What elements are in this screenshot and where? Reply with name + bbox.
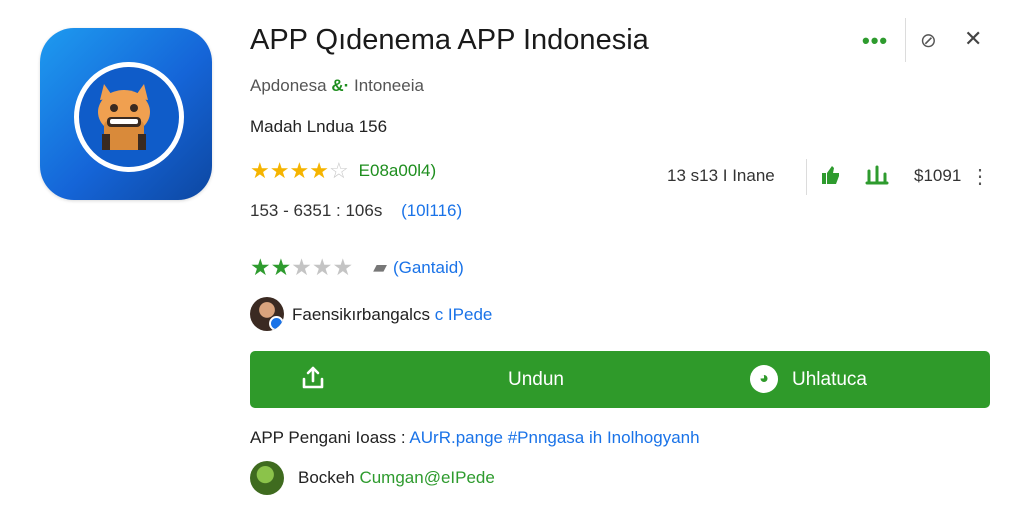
app-size-label: Madah Lndua 156	[250, 117, 388, 136]
developer-region: Intoneeia	[354, 76, 424, 95]
star-icon: ★	[309, 158, 329, 183]
comment-icon[interactable]: ▰	[373, 257, 387, 278]
kebab-menu-icon[interactable]: ⋮	[970, 164, 990, 189]
description-link[interactable]: AUrR.pange #Pnngasa ih Inolhogyanh	[409, 428, 699, 447]
star-icon: ★	[270, 254, 292, 280]
reviewer-name: Bockeh	[298, 468, 355, 487]
description-prefix: APP Pengani Ioass :	[250, 428, 406, 447]
star-icon: ★	[311, 254, 333, 280]
chat-icon[interactable]: ◕	[750, 365, 778, 393]
avatar[interactable]	[250, 297, 284, 331]
verified-badge-icon	[269, 316, 284, 331]
star-icon: ★	[250, 158, 270, 183]
meta-stats: 153 - 6351 : 106s	[250, 201, 383, 220]
meta-link[interactable]: (10l116)	[401, 201, 462, 220]
star-icon: ★	[332, 254, 354, 280]
chat-button[interactable]: Uhlatuca	[792, 369, 867, 391]
star-icon: ★	[269, 158, 290, 183]
more-options-icon[interactable]: •••	[862, 28, 888, 54]
share-icon[interactable]	[300, 365, 326, 398]
divider	[905, 18, 906, 62]
app-title: APP Qıdenema APP Indonesia	[250, 24, 649, 56]
action-bar: Undun ◕ Uhlatuca	[250, 351, 990, 408]
downloads-count: 13 s13 I Inane	[667, 166, 775, 185]
download-button[interactable]: Undun	[508, 369, 564, 391]
thumbs-up-icon[interactable]	[819, 163, 843, 193]
developer-name[interactable]: Apdonesa	[250, 76, 327, 95]
description-line: APP Pengani Ioass : AUrR.pange #Pnngasa …	[250, 428, 700, 448]
star-half-icon: ☆	[328, 158, 349, 183]
reviewer-name: Faensikırbangalcs	[292, 305, 430, 324]
cat-mascot-icon	[74, 62, 184, 172]
trending-icon[interactable]	[865, 163, 889, 193]
app-icon	[40, 28, 212, 200]
meta-line: 153 - 6351 : 106s (10l116)	[250, 201, 462, 221]
review-stars: ★ ★ ★ ★ ★ ▰ (Gantaid)	[250, 256, 464, 279]
star-icon: ★	[250, 254, 271, 280]
price-label: $1091	[914, 166, 962, 185]
developer-line[interactable]: Apdonesa &· Intoneeia	[250, 76, 424, 96]
link-icon[interactable]: ⊘	[920, 28, 937, 53]
close-icon[interactable]: ✕	[964, 26, 982, 52]
developer-separator: &·	[331, 76, 350, 95]
star-icon: ★	[289, 158, 310, 183]
reviewer-line: Bockeh Cumgan@eIPede	[298, 468, 495, 488]
reviewer-handle[interactable]: Cumgan@eIPede	[359, 468, 494, 487]
reviewer-line: Faensikırbangalcs c IPede	[292, 305, 492, 325]
content-link[interactable]: (Gantaid)	[393, 258, 464, 278]
avatar[interactable]	[250, 461, 284, 495]
divider	[806, 159, 807, 195]
star-icon: ★	[291, 254, 312, 280]
reviewer-link[interactable]: c IPede	[435, 305, 493, 324]
rating-stars: ★ ★ ★ ★ ☆ E08a00l4)	[250, 160, 436, 182]
rating-count[interactable]: E08a00l4)	[359, 161, 437, 181]
